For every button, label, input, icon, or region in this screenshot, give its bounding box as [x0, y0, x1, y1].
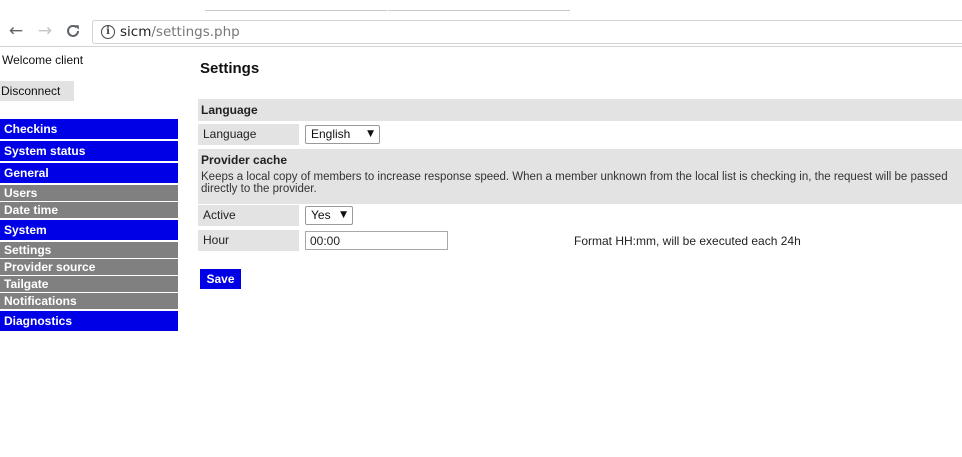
hour-label: Hour	[198, 230, 299, 251]
sidebar-item-provider-source[interactable]: Provider source	[0, 259, 178, 275]
save-button[interactable]: Save	[200, 269, 241, 289]
sidebar-item-settings[interactable]: Settings	[0, 242, 178, 258]
language-select[interactable]: English ▼	[305, 125, 380, 144]
sidebar-item-general[interactable]: General	[0, 163, 178, 183]
language-section-heading: Language	[198, 99, 962, 121]
url-host: sicm	[120, 24, 152, 40]
sidebar-item-diagnostics[interactable]: Diagnostics	[0, 311, 178, 331]
active-select[interactable]: Yes ▼	[305, 206, 353, 225]
browser-toolbar: ← → i sicm/settings.php	[0, 17, 962, 47]
provider-cache-heading: Provider cache	[201, 153, 288, 167]
page-title: Settings	[200, 60, 260, 77]
page-body: Welcome client Disconnect Checkins Syste…	[0, 47, 962, 457]
dropdown-caret-icon: ▼	[340, 210, 347, 220]
forward-icon[interactable]: →	[34, 20, 56, 42]
dropdown-caret-icon: ▼	[367, 129, 374, 139]
info-icon[interactable]: i	[101, 25, 115, 39]
sidebar-item-system-status[interactable]: System status	[0, 141, 178, 161]
active-label: Active	[198, 205, 299, 226]
sidebar: Welcome client Disconnect Checkins Syste…	[0, 47, 180, 457]
provider-cache-description: Keeps a local copy of members to increas…	[201, 171, 948, 195]
sidebar-item-users[interactable]: Users	[0, 185, 178, 201]
language-label: Language	[198, 124, 299, 145]
sidebar-item-tailgate[interactable]: Tailgate	[0, 276, 178, 292]
sidebar-item-date-time[interactable]: Date time	[0, 202, 178, 218]
language-select-value: English	[311, 127, 351, 141]
hour-input[interactable]	[305, 231, 448, 250]
browser-tab-strip	[0, 0, 962, 18]
active-select-value: Yes	[311, 208, 331, 222]
reload-arrow-svg	[67, 24, 79, 37]
settings-content: Settings Language Language English ▼ Pro…	[198, 47, 962, 457]
disconnect-button[interactable]: Disconnect	[0, 81, 74, 101]
sidebar-item-system[interactable]: System	[0, 220, 178, 240]
hour-format-hint: Format HH:mm, will be executed each 24h	[574, 234, 801, 248]
back-icon[interactable]: ←	[5, 20, 27, 42]
reload-icon[interactable]	[62, 20, 84, 42]
sidebar-item-notifications[interactable]: Notifications	[0, 293, 178, 309]
url-path: /settings.php	[151, 24, 240, 40]
sidebar-item-checkins[interactable]: Checkins	[0, 119, 178, 139]
url-text[interactable]: sicm/settings.php	[120, 24, 240, 40]
welcome-text: Welcome client	[2, 53, 84, 67]
sidebar-menu: Checkins System status General Users Dat…	[0, 119, 180, 333]
address-bar[interactable]: i sicm/settings.php	[92, 20, 962, 44]
